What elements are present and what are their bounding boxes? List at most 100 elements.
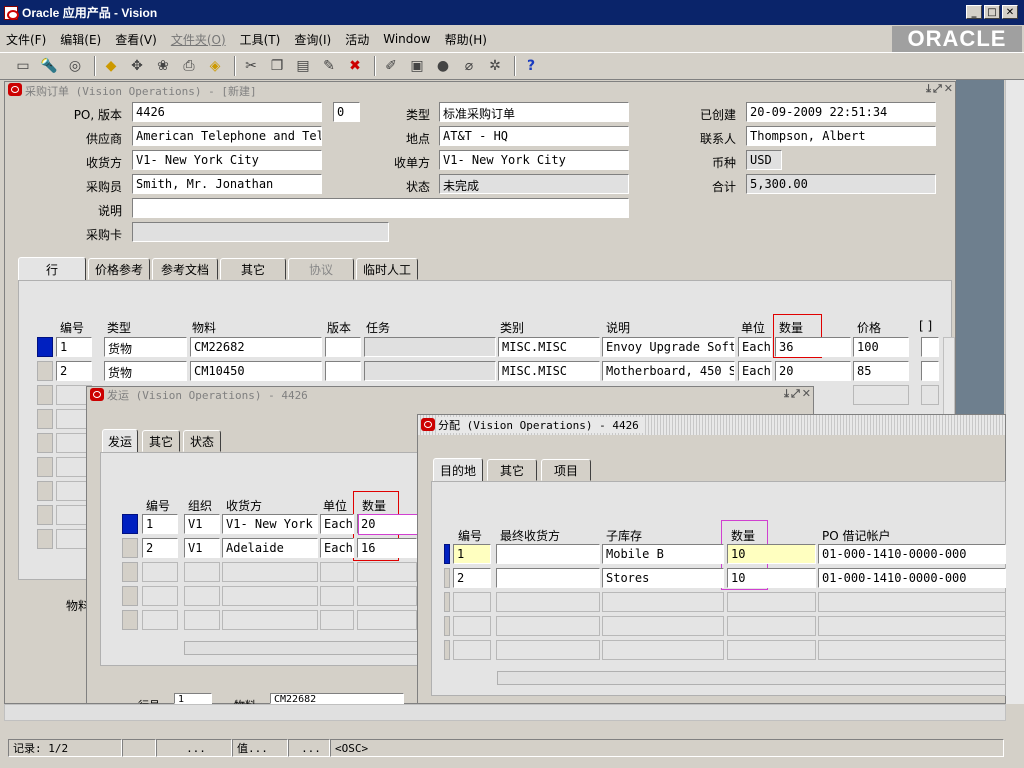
empty-grid-cell[interactable]	[357, 586, 417, 606]
contact-field[interactable]: Thompson, Albert	[746, 126, 936, 146]
line-number-cell[interactable]: 2	[56, 361, 92, 381]
ship-shipto-cell[interactable]: Adelaide	[222, 538, 318, 558]
row-selector[interactable]	[37, 409, 53, 429]
menu-folder[interactable]: 文件夹(O)	[171, 31, 226, 48]
line-number-cell[interactable]: 1	[56, 337, 92, 357]
line-quantity-cell[interactable]: 36	[775, 337, 851, 357]
empty-grid-cell[interactable]	[496, 592, 600, 612]
dist-number-cell[interactable]: 2	[453, 568, 491, 588]
empty-grid-cell[interactable]	[184, 610, 220, 630]
ship-footer-line-field[interactable]: 1	[174, 693, 212, 704]
row-selector[interactable]	[122, 586, 138, 606]
tab-reference-documents[interactable]: 参考文档	[152, 258, 218, 280]
switch-responsibility-icon[interactable]: ❀	[152, 55, 174, 77]
row-selector[interactable]	[444, 544, 450, 564]
dist-subinventory-cell[interactable]: Mobile B	[602, 544, 724, 564]
created-field[interactable]: 20-09-2009 22:51:34	[746, 102, 936, 122]
status-field[interactable]: 未完成	[439, 174, 629, 194]
tab-shipments[interactable]: 发运	[102, 429, 138, 453]
clear-record-icon[interactable]: ✎	[318, 55, 340, 77]
po-number-field[interactable]: 4426	[132, 102, 322, 122]
app-vertical-scrollbar[interactable]	[1005, 80, 1024, 704]
tab-destination[interactable]: 目的地	[433, 458, 483, 482]
tab-project[interactable]: 项目	[541, 459, 591, 481]
supplier-field[interactable]: American Telephone and Tele	[132, 126, 322, 146]
empty-grid-cell[interactable]	[222, 586, 318, 606]
empty-grid-cell[interactable]	[727, 592, 816, 612]
empty-grid-cell[interactable]	[602, 592, 724, 612]
row-selector[interactable]	[37, 385, 53, 405]
row-selector[interactable]	[37, 457, 53, 477]
empty-grid-cell[interactable]	[602, 640, 724, 660]
edit-field-icon[interactable]: ✐	[380, 55, 402, 77]
line-description-cell[interactable]: Envoy Upgrade Softw	[602, 337, 735, 357]
ship-to-field[interactable]: V1- New York City	[132, 150, 322, 170]
empty-grid-cell[interactable]	[142, 610, 178, 630]
navigator-icon[interactable]: ◎	[64, 55, 86, 77]
ship-uom-cell[interactable]: Each	[320, 514, 354, 534]
translations-icon[interactable]: ●	[432, 55, 454, 77]
minimize-button[interactable]: _	[966, 5, 982, 19]
line-revision-cell[interactable]	[325, 361, 361, 381]
tab-ship-status[interactable]: 状态	[183, 430, 221, 452]
line-revision-cell[interactable]	[325, 337, 361, 357]
ship-org-cell[interactable]: V1	[184, 538, 220, 558]
line-item-cell[interactable]: CM10450	[190, 361, 322, 381]
revision-field[interactable]: 0	[333, 102, 360, 122]
empty-grid-cell[interactable]	[357, 562, 417, 582]
cut-icon[interactable]: ✂	[240, 55, 262, 77]
empty-grid-cell[interactable]	[320, 586, 354, 606]
empty-grid-cell[interactable]	[496, 616, 600, 636]
line-type-cell[interactable]: 货物	[104, 337, 187, 357]
window-close-icon[interactable]: ✕	[802, 387, 811, 401]
status-value[interactable]: 值...	[232, 739, 288, 757]
total-field[interactable]: 5,300.00	[746, 174, 936, 194]
menu-tools[interactable]: 工具(T)	[240, 31, 281, 48]
description-field[interactable]	[132, 198, 629, 218]
line-uom-cell[interactable]: Each	[738, 337, 772, 357]
empty-grid-cell[interactable]	[184, 562, 220, 582]
buyer-field[interactable]: Smith, Mr. Jonathan	[132, 174, 322, 194]
line-task-cell[interactable]	[364, 337, 496, 357]
row-selector[interactable]	[122, 538, 138, 558]
empty-grid-cell[interactable]	[602, 616, 724, 636]
app-horizontal-scrollbar[interactable]	[4, 704, 1006, 721]
tab-dist-more[interactable]: 其它	[487, 459, 537, 481]
row-selector[interactable]	[122, 514, 138, 534]
dist-horizontal-scrollbar[interactable]	[497, 671, 1006, 685]
line-category-cell[interactable]: MISC.MISC	[498, 361, 600, 381]
paste-icon[interactable]: ▤	[292, 55, 314, 77]
row-selector[interactable]	[37, 337, 53, 357]
close-button[interactable]: ✕	[1002, 5, 1018, 19]
tab-more[interactable]: 其它	[220, 258, 286, 280]
window-maximize-icon[interactable]: ⤢	[933, 82, 942, 96]
menu-edit[interactable]: 编辑(E)	[60, 31, 101, 48]
line-quantity-cell[interactable]: 20	[775, 361, 851, 381]
empty-grid-cell[interactable]	[142, 586, 178, 606]
ship-quantity-cell[interactable]: 16	[357, 538, 417, 558]
row-selector[interactable]	[37, 433, 53, 453]
line-task-cell[interactable]	[364, 361, 496, 381]
row-selector[interactable]	[444, 568, 450, 588]
tab-lines[interactable]: 行	[18, 257, 86, 281]
ship-horizontal-scrollbar[interactable]	[184, 641, 418, 655]
shipments-window-title-bar[interactable]: 发运 (Vision Operations) - 4426 ⤓ ⤢ ✕	[87, 387, 813, 403]
row-selector[interactable]	[444, 640, 450, 660]
row-selector[interactable]	[37, 481, 53, 501]
dist-number-cell[interactable]: 1	[453, 544, 491, 564]
row-selector[interactable]	[122, 562, 138, 582]
zoom-icon[interactable]: ▣	[406, 55, 428, 77]
save-icon[interactable]: ◆	[100, 55, 122, 77]
empty-grid-cell[interactable]	[222, 610, 318, 630]
line-price-cell[interactable]: 85	[853, 361, 909, 381]
new-icon[interactable]: ▭	[12, 55, 34, 77]
empty-grid-cell[interactable]	[818, 640, 1006, 660]
dist-quantity-cell[interactable]: 10	[727, 568, 816, 588]
dist-account-cell[interactable]: 01-000-1410-0000-000	[818, 568, 1006, 588]
site-field[interactable]: AT&T - HQ	[439, 126, 629, 146]
menu-help[interactable]: 帮助(H)	[445, 31, 487, 48]
pcard-field[interactable]	[132, 222, 389, 242]
empty-grid-cell[interactable]	[453, 616, 491, 636]
delete-record-icon[interactable]: ✖	[344, 55, 366, 77]
window-minimize-icon[interactable]: ⤓	[784, 387, 789, 401]
